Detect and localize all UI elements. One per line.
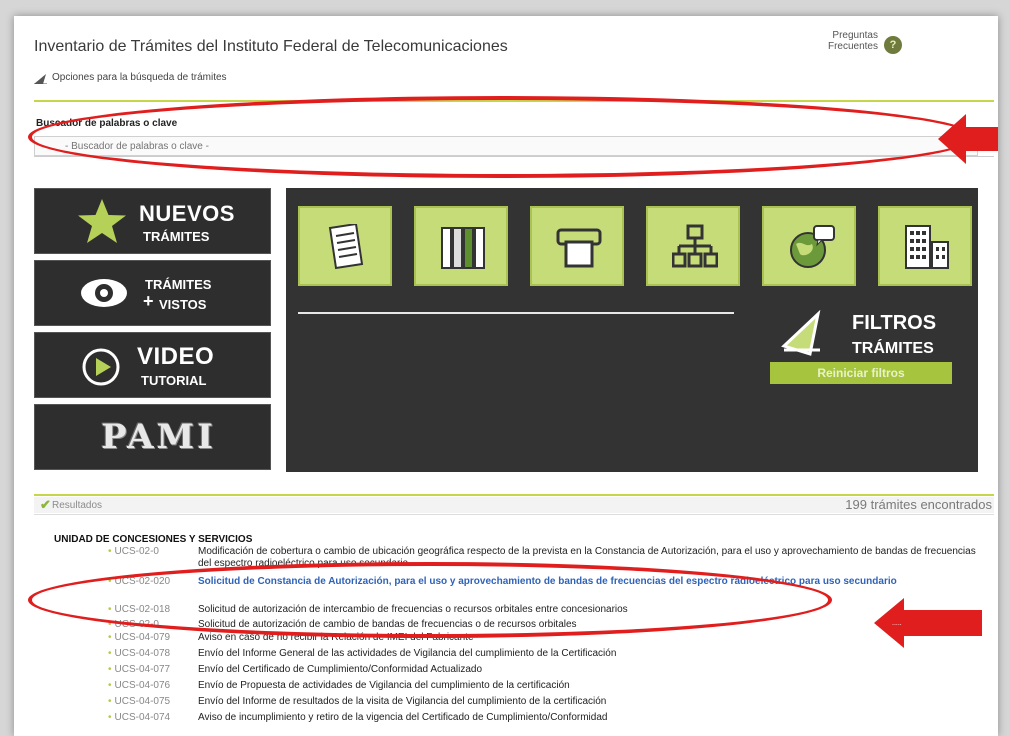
result-code: UCS-04-076 xyxy=(108,680,198,692)
annotation-arrow-left-icon xyxy=(938,114,998,164)
faq-label-line1: Preguntas xyxy=(832,30,878,41)
annotation-circle-result xyxy=(28,562,832,638)
annotation-circle-search xyxy=(28,96,976,178)
buildings-icon xyxy=(905,225,949,269)
tramites-vistos-button[interactable]: TRÁMITES + VISTOS xyxy=(34,260,271,326)
unit-heading: UNIDAD DE CONCESIONES Y SERVICIOS xyxy=(54,534,253,545)
vistos-label: TRÁMITES xyxy=(145,277,212,292)
filters-panel: FILTROS TRÁMITES Reiniciar filtros xyxy=(286,188,978,472)
org-chart-icon xyxy=(672,224,718,268)
globe-chat-icon xyxy=(790,225,835,268)
category-tile-buildings[interactable] xyxy=(878,206,972,286)
eye-icon xyxy=(81,279,127,307)
nuevos-tramites-button[interactable]: NUEVOS TRÁMITES xyxy=(34,188,271,254)
printer-icon xyxy=(556,228,602,268)
page: Inventario de Trámites del Instituto Fed… xyxy=(14,16,998,736)
result-description[interactable]: Envío del Informe General de las activid… xyxy=(198,648,988,660)
result-description[interactable]: Envío del Certificado de Cumplimiento/Co… xyxy=(198,664,988,676)
category-tile-documents[interactable] xyxy=(298,206,392,286)
results-count: 199 trámites encontrados xyxy=(845,497,992,512)
faq-label-line2: Frecuentes xyxy=(827,41,878,52)
category-tile-binders[interactable] xyxy=(414,206,508,286)
help-icon[interactable]: ? xyxy=(884,36,902,54)
result-code: UCS-04-078 xyxy=(108,648,198,660)
result-description[interactable]: Envío de Propuesta de actividades de Vig… xyxy=(198,680,988,692)
category-tile-printer[interactable] xyxy=(530,206,624,286)
pami-button[interactable]: PAMI xyxy=(34,404,271,470)
play-icon xyxy=(82,348,120,386)
pami-label: PAMI xyxy=(101,417,217,457)
video-tutorial-button[interactable]: VIDEO TUTORIAL xyxy=(34,332,271,398)
page-title: Inventario de Trámites del Instituto Fed… xyxy=(34,38,508,55)
result-description[interactable]: Aviso de incumplimiento y retiro de la v… xyxy=(198,712,988,724)
results-divider-top xyxy=(34,494,994,496)
reset-filters-button[interactable]: Reiniciar filtros xyxy=(770,362,952,384)
result-code: UCS-04-079 xyxy=(108,632,198,644)
category-tile-org-chart[interactable] xyxy=(646,206,740,286)
filter-options-icon[interactable] xyxy=(34,74,47,84)
results-divider-bottom xyxy=(34,514,994,515)
search-options-link[interactable]: Opciones para la búsqueda de trámites xyxy=(52,72,227,83)
plus-icon: + xyxy=(143,291,154,311)
filters-subtitle: TRÁMITES xyxy=(852,340,934,357)
annotation-arrow-left-icon xyxy=(874,598,982,648)
filter-progress-line xyxy=(298,312,734,314)
star-icon xyxy=(78,199,126,243)
video-sublabel: TUTORIAL xyxy=(141,373,207,388)
nuevos-sublabel: TRÁMITES xyxy=(143,229,210,244)
nuevos-label: NUEVOS xyxy=(139,201,235,226)
filters-title: FILTROS xyxy=(852,312,937,334)
faq-link[interactable]: Preguntas Frecuentes xyxy=(814,30,878,52)
category-tile-globe[interactable] xyxy=(762,206,856,286)
video-label: VIDEO xyxy=(137,343,215,370)
vistos-sublabel: VISTOS xyxy=(159,297,207,312)
result-code: UCS-02-0 xyxy=(108,546,198,558)
funnel-icon xyxy=(781,310,821,356)
document-icon xyxy=(328,224,364,270)
result-description[interactable]: Envío del Informe de resultados de la vi… xyxy=(198,696,988,708)
results-label: Resultados xyxy=(52,500,103,511)
annotation-arrow-text: ..... xyxy=(892,620,902,627)
result-code: UCS-04-077 xyxy=(108,664,198,676)
binders-icon xyxy=(441,227,485,269)
result-code: UCS-04-075 xyxy=(108,696,198,708)
check-icon: ✔ xyxy=(40,497,51,512)
result-code: UCS-04-074 xyxy=(108,712,198,724)
